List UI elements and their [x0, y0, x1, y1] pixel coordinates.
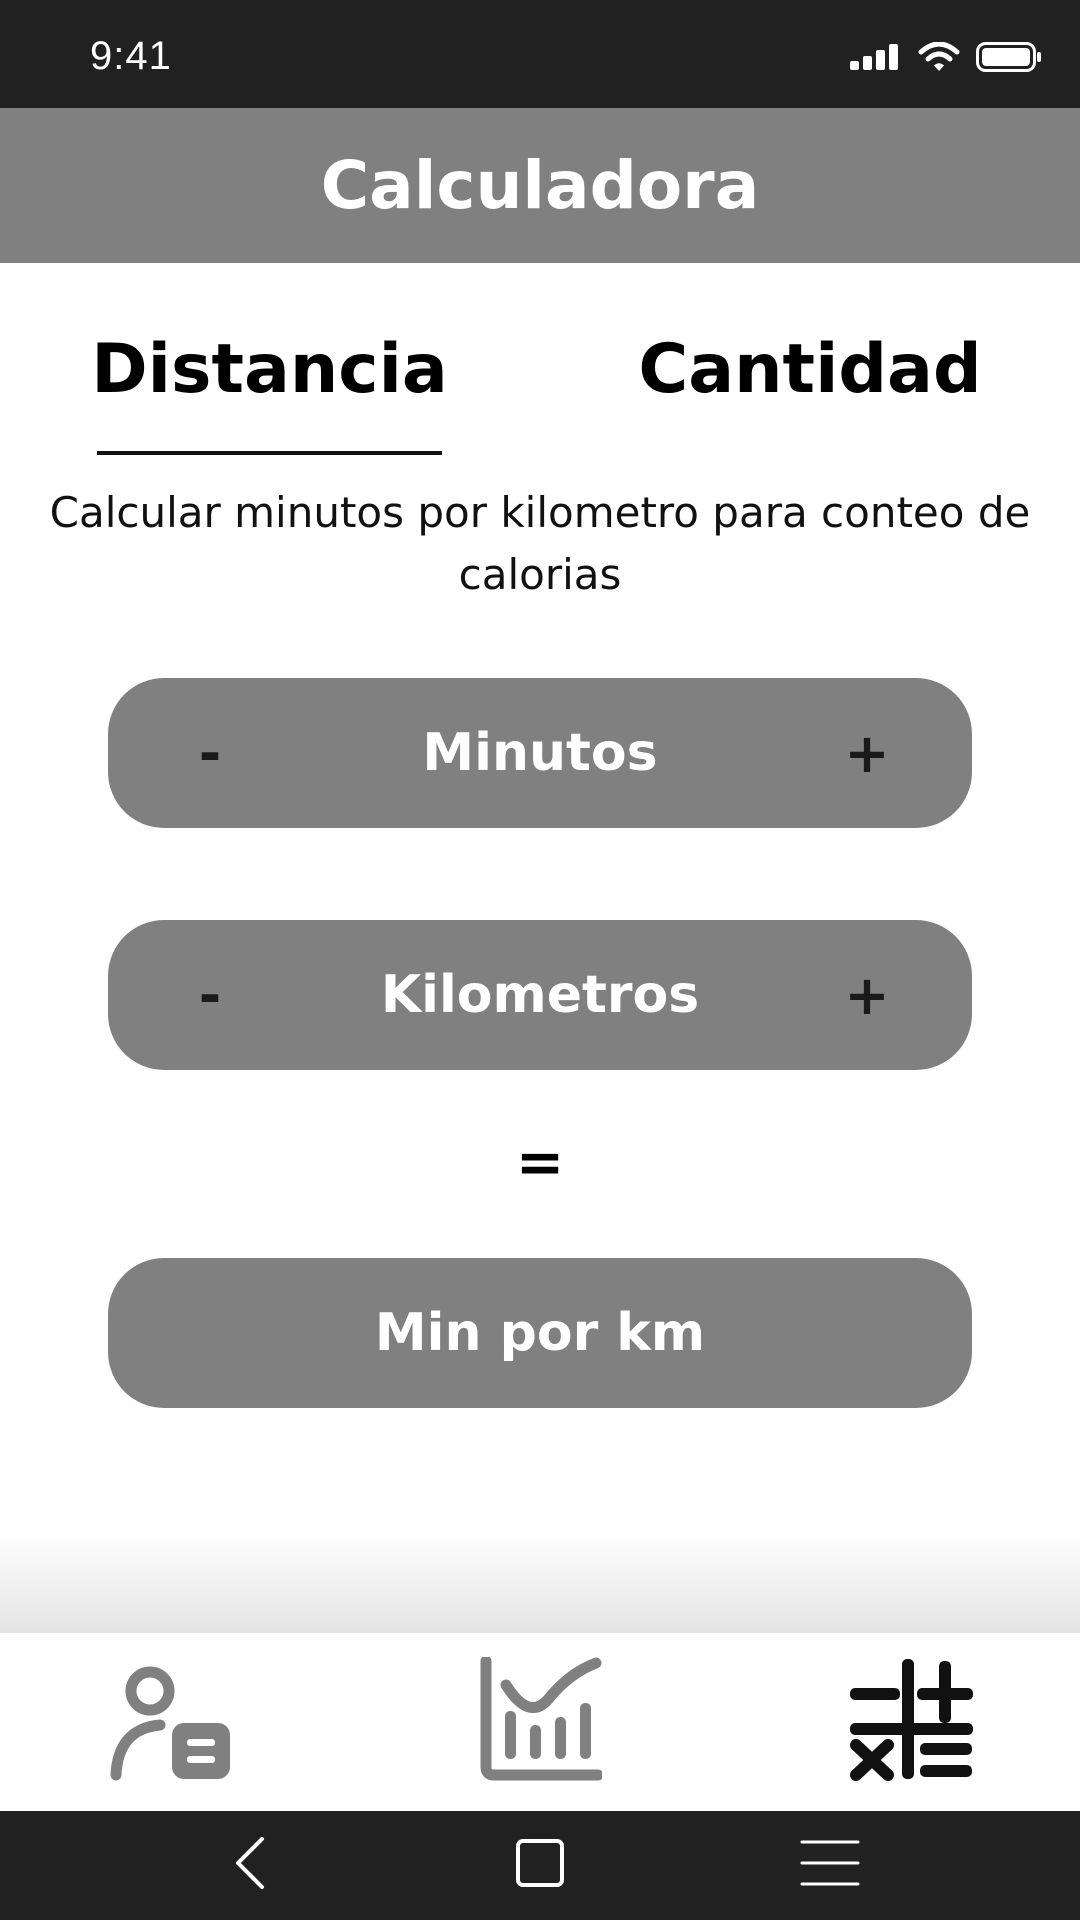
- menu-lines-icon: [800, 1838, 860, 1892]
- kilometros-decrement-button[interactable]: -: [155, 920, 265, 1070]
- tab-bar: Distancia Cantidad: [0, 330, 1080, 460]
- back-arrow-icon: [230, 1835, 270, 1895]
- kilometros-label: Kilometros: [380, 965, 700, 1025]
- page-title: Calculadora: [320, 147, 760, 224]
- bar-chart-icon: [478, 1655, 604, 1785]
- kilometros-stepper: - Kilometros +: [108, 920, 972, 1070]
- active-tab-indicator: [97, 451, 442, 455]
- home-square-icon: [515, 1838, 565, 1892]
- minutos-label: Minutos: [422, 723, 658, 783]
- equals-sign: =: [515, 1128, 565, 1196]
- tab-distancia[interactable]: Distancia: [91, 330, 448, 455]
- nav-profile[interactable]: [100, 1651, 240, 1791]
- nav-stats[interactable]: [470, 1651, 610, 1791]
- minutos-decrement-button[interactable]: -: [155, 678, 265, 828]
- calculator-icon: [850, 1657, 974, 1785]
- minutos-stepper: - Minutos +: [108, 678, 972, 828]
- bottom-fade: [0, 1530, 1080, 1633]
- battery-icon: [976, 42, 1042, 76]
- minutos-increment-button[interactable]: +: [812, 678, 922, 828]
- tab-cantidad[interactable]: Cantidad: [620, 330, 1000, 455]
- description-text: Calcular minutos por kilometro para cont…: [49, 488, 1031, 599]
- cellular-signal-icon: [850, 44, 902, 74]
- result-label: Min por km: [374, 1303, 706, 1363]
- status-bar: 9:41: [0, 0, 1080, 108]
- kilometros-increment-button[interactable]: +: [812, 920, 922, 1070]
- system-nav-bar: [0, 1811, 1080, 1920]
- profile-badge-icon: [108, 1657, 232, 1785]
- system-recents-button[interactable]: [790, 1829, 870, 1901]
- system-back-button[interactable]: [210, 1829, 290, 1901]
- app-header: Calculadora: [0, 108, 1080, 263]
- system-home-button[interactable]: [500, 1829, 580, 1901]
- status-time: 9:41: [90, 34, 172, 78]
- wifi-icon: [918, 41, 960, 76]
- nav-calculator[interactable]: [842, 1651, 982, 1791]
- status-icons: [850, 41, 1042, 76]
- result-display: Min por km: [108, 1258, 972, 1408]
- bottom-nav: [0, 1633, 1080, 1811]
